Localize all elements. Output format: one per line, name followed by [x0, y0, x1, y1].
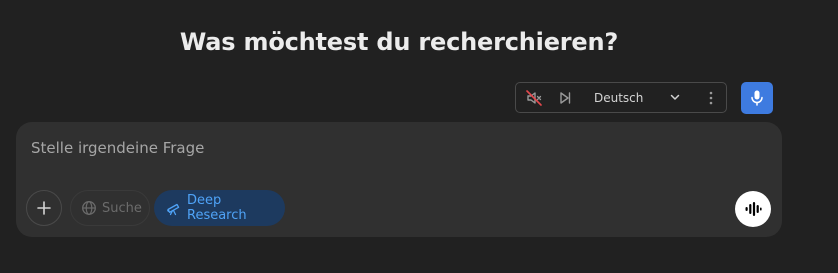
deep-research-label: Deep Research [187, 193, 247, 223]
skip-forward-icon[interactable] [556, 89, 574, 107]
attach-button[interactable] [26, 190, 62, 226]
page-title: Was möchtest du recherchieren? [179, 28, 619, 56]
telescope-icon [165, 200, 181, 216]
search-label: Suche [102, 200, 142, 216]
voice-toolbar: Deutsch [515, 82, 727, 113]
language-select[interactable]: Deutsch [588, 83, 702, 112]
microphone-button[interactable] [741, 82, 773, 114]
speaker-muted-icon[interactable] [525, 89, 543, 107]
language-label: Deutsch [594, 90, 644, 105]
globe-icon [81, 200, 97, 216]
prompt-input[interactable]: Stelle irgendeine Frage [31, 137, 631, 159]
prompt-composer: Stelle irgendeine Frage Suche Deep Resea… [16, 122, 782, 237]
deep-research-button[interactable]: Deep Research [154, 190, 285, 226]
microphone-icon [749, 89, 765, 107]
more-vertical-icon[interactable] [706, 89, 716, 107]
search-toggle-button[interactable]: Suche [70, 190, 150, 226]
chevron-down-icon [668, 90, 682, 104]
voice-mode-button[interactable] [735, 191, 771, 227]
voice-waveform-icon [744, 201, 762, 217]
plus-icon [36, 200, 52, 216]
